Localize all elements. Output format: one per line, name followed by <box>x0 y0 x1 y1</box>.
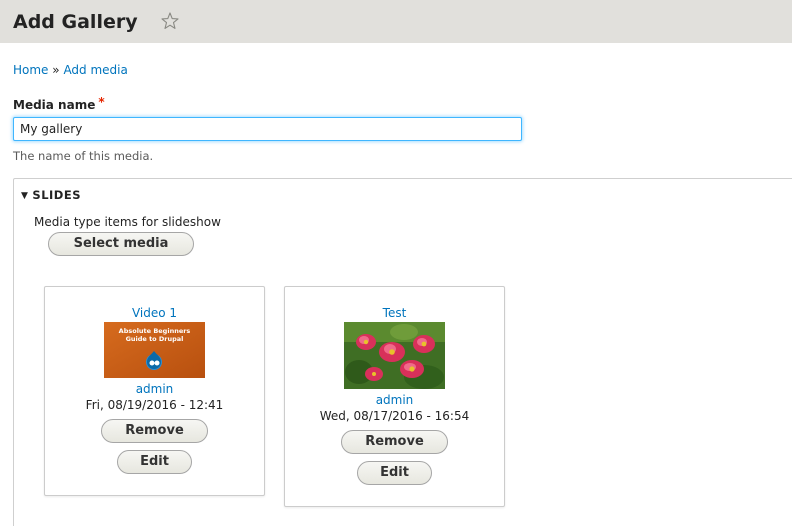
slides-description: Media type items for slideshow <box>34 215 221 229</box>
select-media-button[interactable]: Select media <box>48 232 194 256</box>
slides-details: ▼ SLIDES Media type items for slideshow S… <box>13 178 792 526</box>
triangle-down-icon: ▼ <box>21 191 29 201</box>
page-header: Add Gallery <box>0 0 792 43</box>
media-item-title-link[interactable]: Video 1 <box>45 306 264 321</box>
media-item-card: Test admin Wed, 08/17/2016 - 16:54 Remov… <box>284 286 505 507</box>
media-item-date: Fri, 08/19/2016 - 12:41 <box>85 398 224 412</box>
slides-summary[interactable]: ▼ SLIDES <box>21 187 81 205</box>
remove-button[interactable]: Remove <box>101 419 208 443</box>
breadcrumb-home-link[interactable]: Home <box>13 63 48 77</box>
media-name-label: Media name * <box>13 95 105 113</box>
media-name-label-text: Media name <box>13 98 96 112</box>
required-marker: * <box>98 95 105 109</box>
breadcrumb-add-media-link[interactable]: Add media <box>63 63 127 77</box>
edit-button[interactable]: Edit <box>117 450 192 474</box>
media-item-author-link[interactable]: admin <box>45 382 264 397</box>
media-item-author-link[interactable]: admin <box>285 393 504 408</box>
breadcrumb-separator: » <box>52 63 60 77</box>
media-item-card: Video 1 Absolute Beginners Guide to Drup… <box>44 286 265 496</box>
media-name-input[interactable] <box>13 117 522 141</box>
breadcrumb: Home » Add media <box>13 62 128 78</box>
media-item-date: Wed, 08/17/2016 - 16:54 <box>319 409 470 423</box>
thumbnail-text-line-1: Absolute Beginners <box>119 327 191 335</box>
remove-button[interactable]: Remove <box>341 430 448 454</box>
media-item-title-link[interactable]: Test <box>285 306 504 321</box>
edit-button[interactable]: Edit <box>357 461 432 485</box>
page-title: Add Gallery <box>13 11 138 33</box>
video-thumbnail[interactable]: Absolute Beginners Guide to Drupal <box>104 322 205 378</box>
thumbnail-text-line-2: Guide to Drupal <box>126 335 184 343</box>
slides-summary-label: SLIDES <box>32 188 81 202</box>
image-thumbnail[interactable] <box>344 322 445 389</box>
media-name-description: The name of this media. <box>13 149 154 163</box>
star-outline-icon[interactable] <box>160 11 180 31</box>
